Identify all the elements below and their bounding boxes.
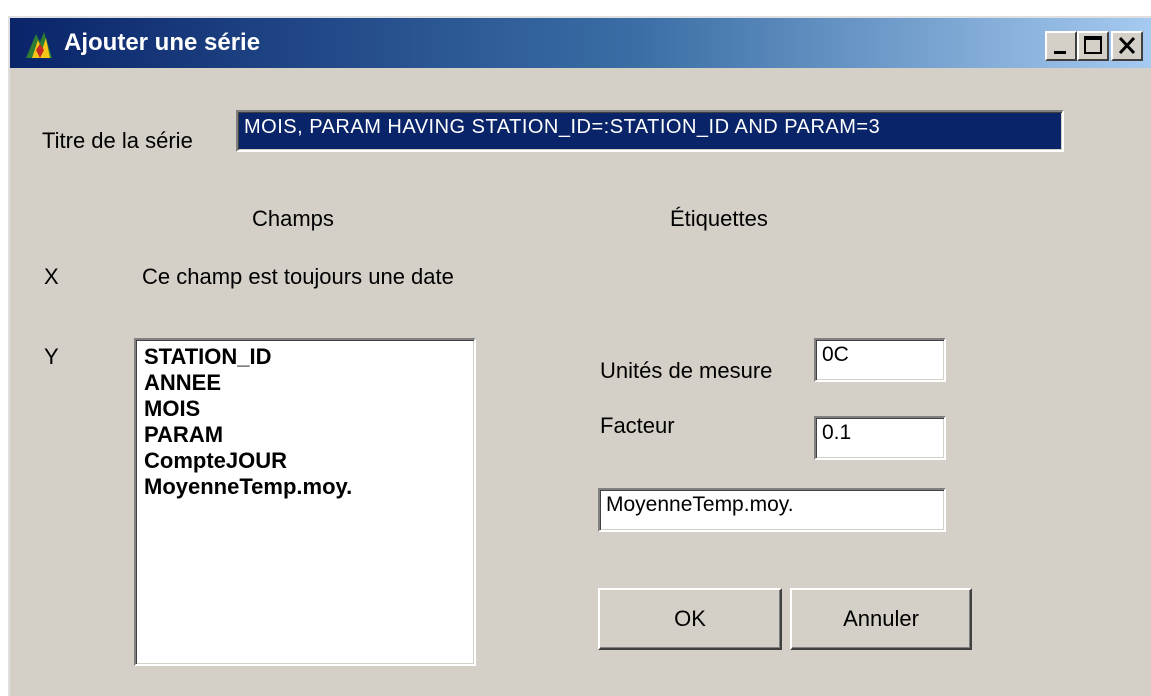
cancel-button-label: Annuler [843, 606, 919, 631]
factor-label: Facteur [600, 413, 675, 438]
fields-header: Champs [252, 206, 334, 231]
list-item[interactable]: MOIS [144, 396, 474, 422]
cancel-button[interactable]: Annuler [790, 588, 972, 650]
close-icon [1118, 36, 1136, 55]
window-title: Ajouter une série [64, 29, 261, 56]
ok-button-label: OK [674, 606, 706, 631]
list-item[interactable]: PARAM [144, 422, 474, 448]
x-field-note: Ce champ est toujours une date [142, 264, 454, 289]
list-item[interactable]: CompteJOUR [144, 448, 474, 474]
y-axis-label: Y [44, 344, 59, 369]
series-label-input[interactable]: MoyenneTemp.moy. [598, 488, 946, 532]
minimize-button[interactable] [1045, 31, 1077, 61]
y-fields-listbox[interactable]: STATION_ID ANNEE MOIS PARAM CompteJOUR M… [134, 338, 476, 666]
units-value: 0C [822, 343, 849, 366]
minimize-icon [1054, 51, 1066, 54]
list-item[interactable]: ANNEE [144, 370, 474, 396]
dialog-window: Ajouter une série Titre de la série MOIS… [8, 16, 1151, 696]
factor-input[interactable]: 0.1 [814, 416, 946, 460]
series-title-label: Titre de la série [42, 128, 193, 153]
title-bar[interactable]: Ajouter une série [10, 18, 1151, 68]
ok-button[interactable]: OK [598, 588, 782, 650]
units-input[interactable]: 0C [814, 338, 946, 382]
app-icon [26, 32, 52, 58]
labels-header: Étiquettes [670, 206, 768, 231]
series-title-input[interactable]: MOIS, PARAM HAVING STATION_ID=:STATION_I… [236, 110, 1064, 152]
maximize-button[interactable] [1077, 31, 1109, 61]
list-item[interactable]: STATION_ID [144, 344, 474, 370]
close-button[interactable] [1111, 31, 1143, 61]
maximize-icon [1084, 36, 1102, 54]
x-axis-label: X [44, 264, 59, 289]
units-label: Unités de mesure [600, 358, 773, 383]
factor-value: 0.1 [822, 421, 852, 444]
series-label-value: MoyenneTemp.moy. [606, 493, 794, 516]
list-item[interactable]: MoyenneTemp.moy. [144, 474, 474, 500]
series-title-value: MOIS, PARAM HAVING STATION_ID=:STATION_I… [244, 116, 881, 138]
